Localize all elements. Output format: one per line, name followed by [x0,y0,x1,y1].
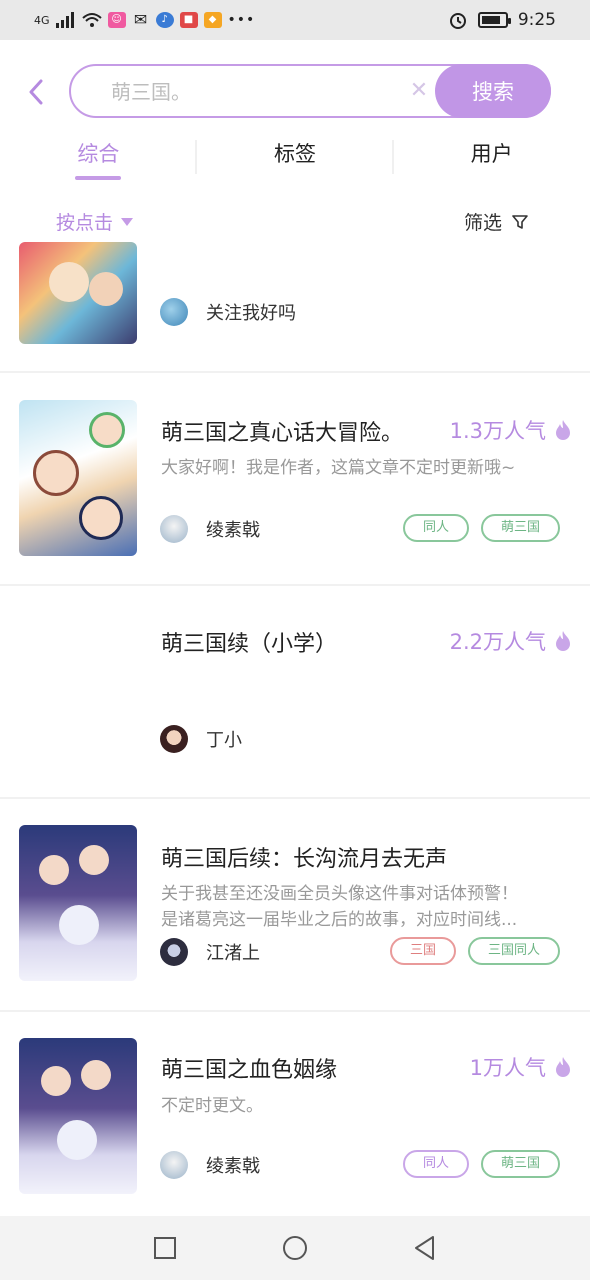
recents-button[interactable] [150,1233,180,1263]
flame-icon [556,1057,570,1077]
tab-bar: 综合 标签 用户 [0,130,590,184]
list-item[interactable]: 萌三国之真心话大冒险。 1.3万人气 大家好啊！我是作者，这篇文章不定时更新哦~… [0,373,590,586]
flame-icon [556,420,570,440]
avatar [160,1151,188,1179]
search-box: ✕ 搜索 [69,64,551,118]
app-notification-icon: ☺ [107,12,126,28]
tag[interactable]: 三国 [389,937,456,965]
item-title: 萌三国之真心话大冒险。 [161,421,404,446]
search-button[interactable]: 搜索 [435,64,551,118]
author-name: 绫素戟 [206,1156,260,1177]
tag[interactable]: 萌三国 [480,514,560,542]
tab-users[interactable]: 用户 [393,130,590,184]
home-button[interactable] [280,1233,310,1263]
item-description: 不定时更文。 [161,1096,263,1116]
author-name: 丁小 [206,730,242,751]
avatar [160,515,188,543]
item-description: 大家好啊！我是作者，这篇文章不定时更新哦~ [161,458,516,478]
filter-label: 筛选 [463,212,502,234]
author[interactable]: 关注我好吗 [160,298,296,326]
app-icon-red: ■ [179,12,198,28]
author-name: 绫素戟 [206,520,260,541]
popularity: 1万人气 [470,1052,572,1082]
status-icons: 4G ☺ ✉ ♪ ■ ◆ ••• [34,12,255,28]
app-icon-orange: ◆ [203,12,222,28]
cover-image [19,400,137,556]
search-input[interactable] [111,78,391,106]
tab-divider [392,140,394,174]
list-item[interactable]: 关注我好吗 [0,242,590,373]
status-bar: 4G ☺ ✉ ♪ ■ ◆ ••• 9:25 [0,0,590,40]
item-title: 萌三国续（小学） [161,632,338,657]
triangle-back-icon [415,1236,434,1260]
author[interactable]: 绫素戟 [160,1151,260,1179]
tag-list: 同人 萌三国 [402,1150,560,1178]
chevron-left-icon [29,79,43,105]
sort-dropdown[interactable]: 按点击 [56,208,134,235]
popularity-value: 1万人气 [469,1056,546,1080]
battery-icon [477,12,511,28]
wechat-icon: ✉ [133,10,148,29]
results-list: 关注我好吗 萌三国之真心话大冒险。 1.3万人气 大家好啊！我是作者，这篇文章不… [0,242,590,1216]
search-row: ✕ 搜索 [0,64,590,120]
item-title: 萌三国后续：长沟流月去无声 [161,847,448,872]
caret-down-icon [121,217,134,226]
item-description-line: 关于我甚至还没画全员头像这件事对话体预警！ [161,884,518,904]
network-type: 4G [34,13,50,27]
item-description-line: 是诸葛亮这一届毕业之后的故事，对应时间线... [161,910,518,930]
clear-icon[interactable]: ✕ [406,78,432,104]
tag[interactable]: 同人 [402,1150,469,1178]
alarm-icon [449,13,466,29]
list-item[interactable]: 萌三国后续：长沟流月去无声 关于我甚至还没画全员头像这件事对话体预警！ 是诸葛亮… [0,799,590,1012]
avatar [160,298,188,326]
tab-tags[interactable]: 标签 [197,130,394,184]
author[interactable]: 绫素戟 [160,515,260,543]
tag[interactable]: 同人 [402,514,469,542]
cover-image [19,1038,137,1194]
signal-icon [55,12,74,28]
author-name: 江渚上 [206,943,260,964]
popularity: 1.3万人气 [450,415,572,445]
author[interactable]: 丁小 [160,725,242,753]
list-item[interactable]: 萌三国续（小学） 2.2万人气 丁小 [0,586,590,799]
circle-icon [283,1236,307,1260]
cover-image [19,242,137,344]
tab-divider [195,140,197,174]
cover-image [19,825,137,981]
filter-row: 按点击 筛选 [0,204,590,240]
popularity-value: 1.3万人气 [449,419,546,443]
back-button[interactable] [22,74,50,110]
more-icon: ••• [227,12,256,28]
back-nav-button[interactable] [410,1233,440,1263]
tag-list: 三国 三国同人 [389,937,560,965]
music-icon: ♪ [155,12,174,28]
tag[interactable]: 萌三国 [480,1150,560,1178]
clock: 9:25 [517,10,556,30]
filter-button[interactable]: 筛选 [464,208,528,235]
avatar [160,725,188,753]
square-icon [154,1237,176,1259]
flame-icon [556,631,570,651]
wifi-icon [81,13,102,27]
tab-overall[interactable]: 综合 [0,130,197,184]
list-item[interactable]: 萌三国之血色姻缘 1万人气 不定时更文。 绫素戟 同人 萌三国 [0,1012,590,1216]
system-nav-bar [0,1216,590,1280]
popularity: 2.2万人气 [450,626,572,656]
filter-icon [512,214,528,229]
author[interactable]: 江渚上 [160,938,260,966]
tag-list: 同人 萌三国 [402,514,560,542]
tag[interactable]: 三国同人 [467,937,560,965]
item-title: 萌三国之血色姻缘 [161,1058,338,1083]
sort-label: 按点击 [56,212,114,234]
popularity-value: 2.2万人气 [449,630,546,654]
author-name: 关注我好吗 [206,303,296,324]
avatar [160,938,188,966]
